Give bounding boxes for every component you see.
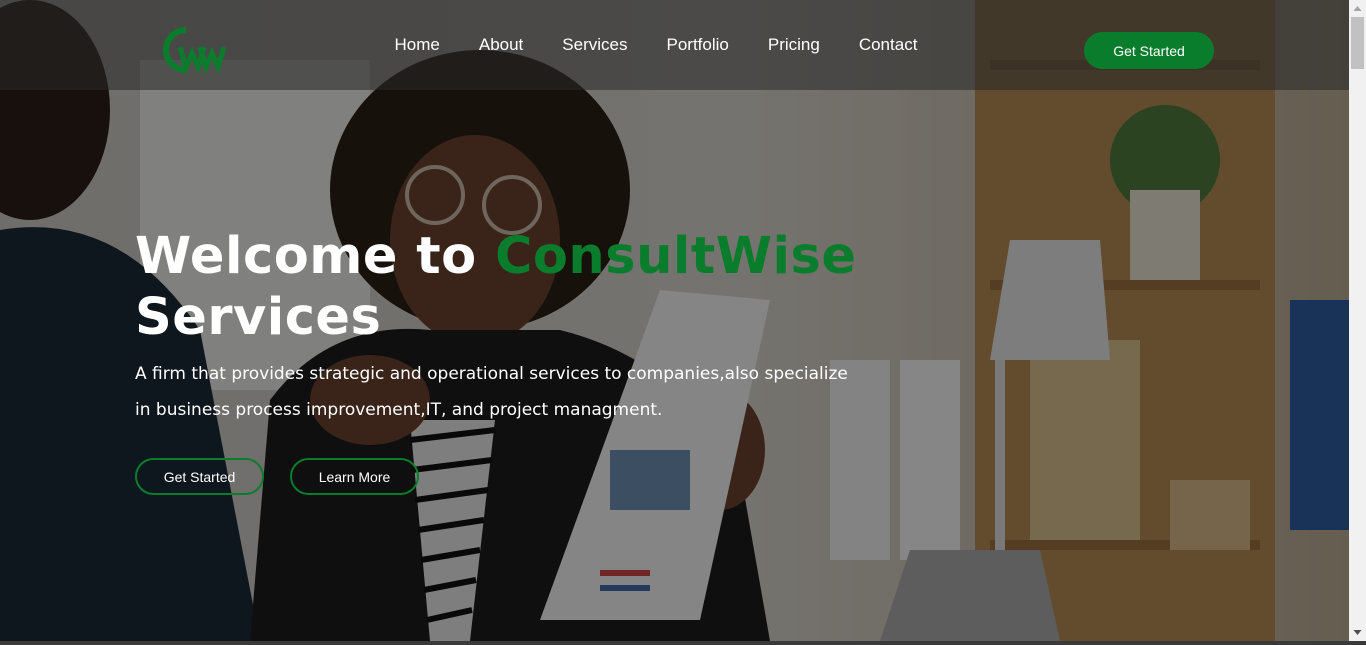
nav-pricing[interactable]: Pricing	[768, 35, 820, 55]
hero-learn-more-button[interactable]: Learn More	[290, 458, 419, 495]
scrollbar-thumb[interactable]	[1351, 17, 1364, 69]
hero-title-brand: ConsultWise	[494, 227, 857, 286]
nav-about[interactable]: About	[479, 35, 523, 55]
hero-description: A firm that provides strategic and opera…	[135, 364, 848, 420]
hero-title-prefix: Welcome to	[135, 227, 495, 286]
hero-get-started-button[interactable]: Get Started	[135, 458, 264, 495]
consultwise-logo[interactable]	[162, 25, 227, 75]
scroll-down-arrow-icon[interactable]	[1349, 624, 1366, 641]
page: Home About Services Portfolio Pricing Co…	[0, 0, 1349, 641]
nav-portfolio[interactable]: Portfolio	[666, 35, 728, 55]
nav-contact[interactable]: Contact	[859, 35, 918, 55]
nav-home[interactable]: Home	[395, 35, 440, 55]
nav-services[interactable]: Services	[562, 35, 627, 55]
vertical-scrollbar[interactable]	[1349, 0, 1366, 641]
cw-logo-icon	[163, 27, 227, 75]
header-get-started-button[interactable]: Get Started	[1084, 32, 1214, 69]
scroll-up-arrow-icon[interactable]	[1349, 0, 1366, 17]
main-nav: Home About Services Portfolio Pricing Co…	[375, 0, 937, 90]
site-header: Home About Services Portfolio Pricing Co…	[0, 0, 1349, 90]
hero-title-suffix: Services	[135, 288, 382, 347]
hero-title: Welcome to ConsultWise Services	[135, 226, 856, 348]
